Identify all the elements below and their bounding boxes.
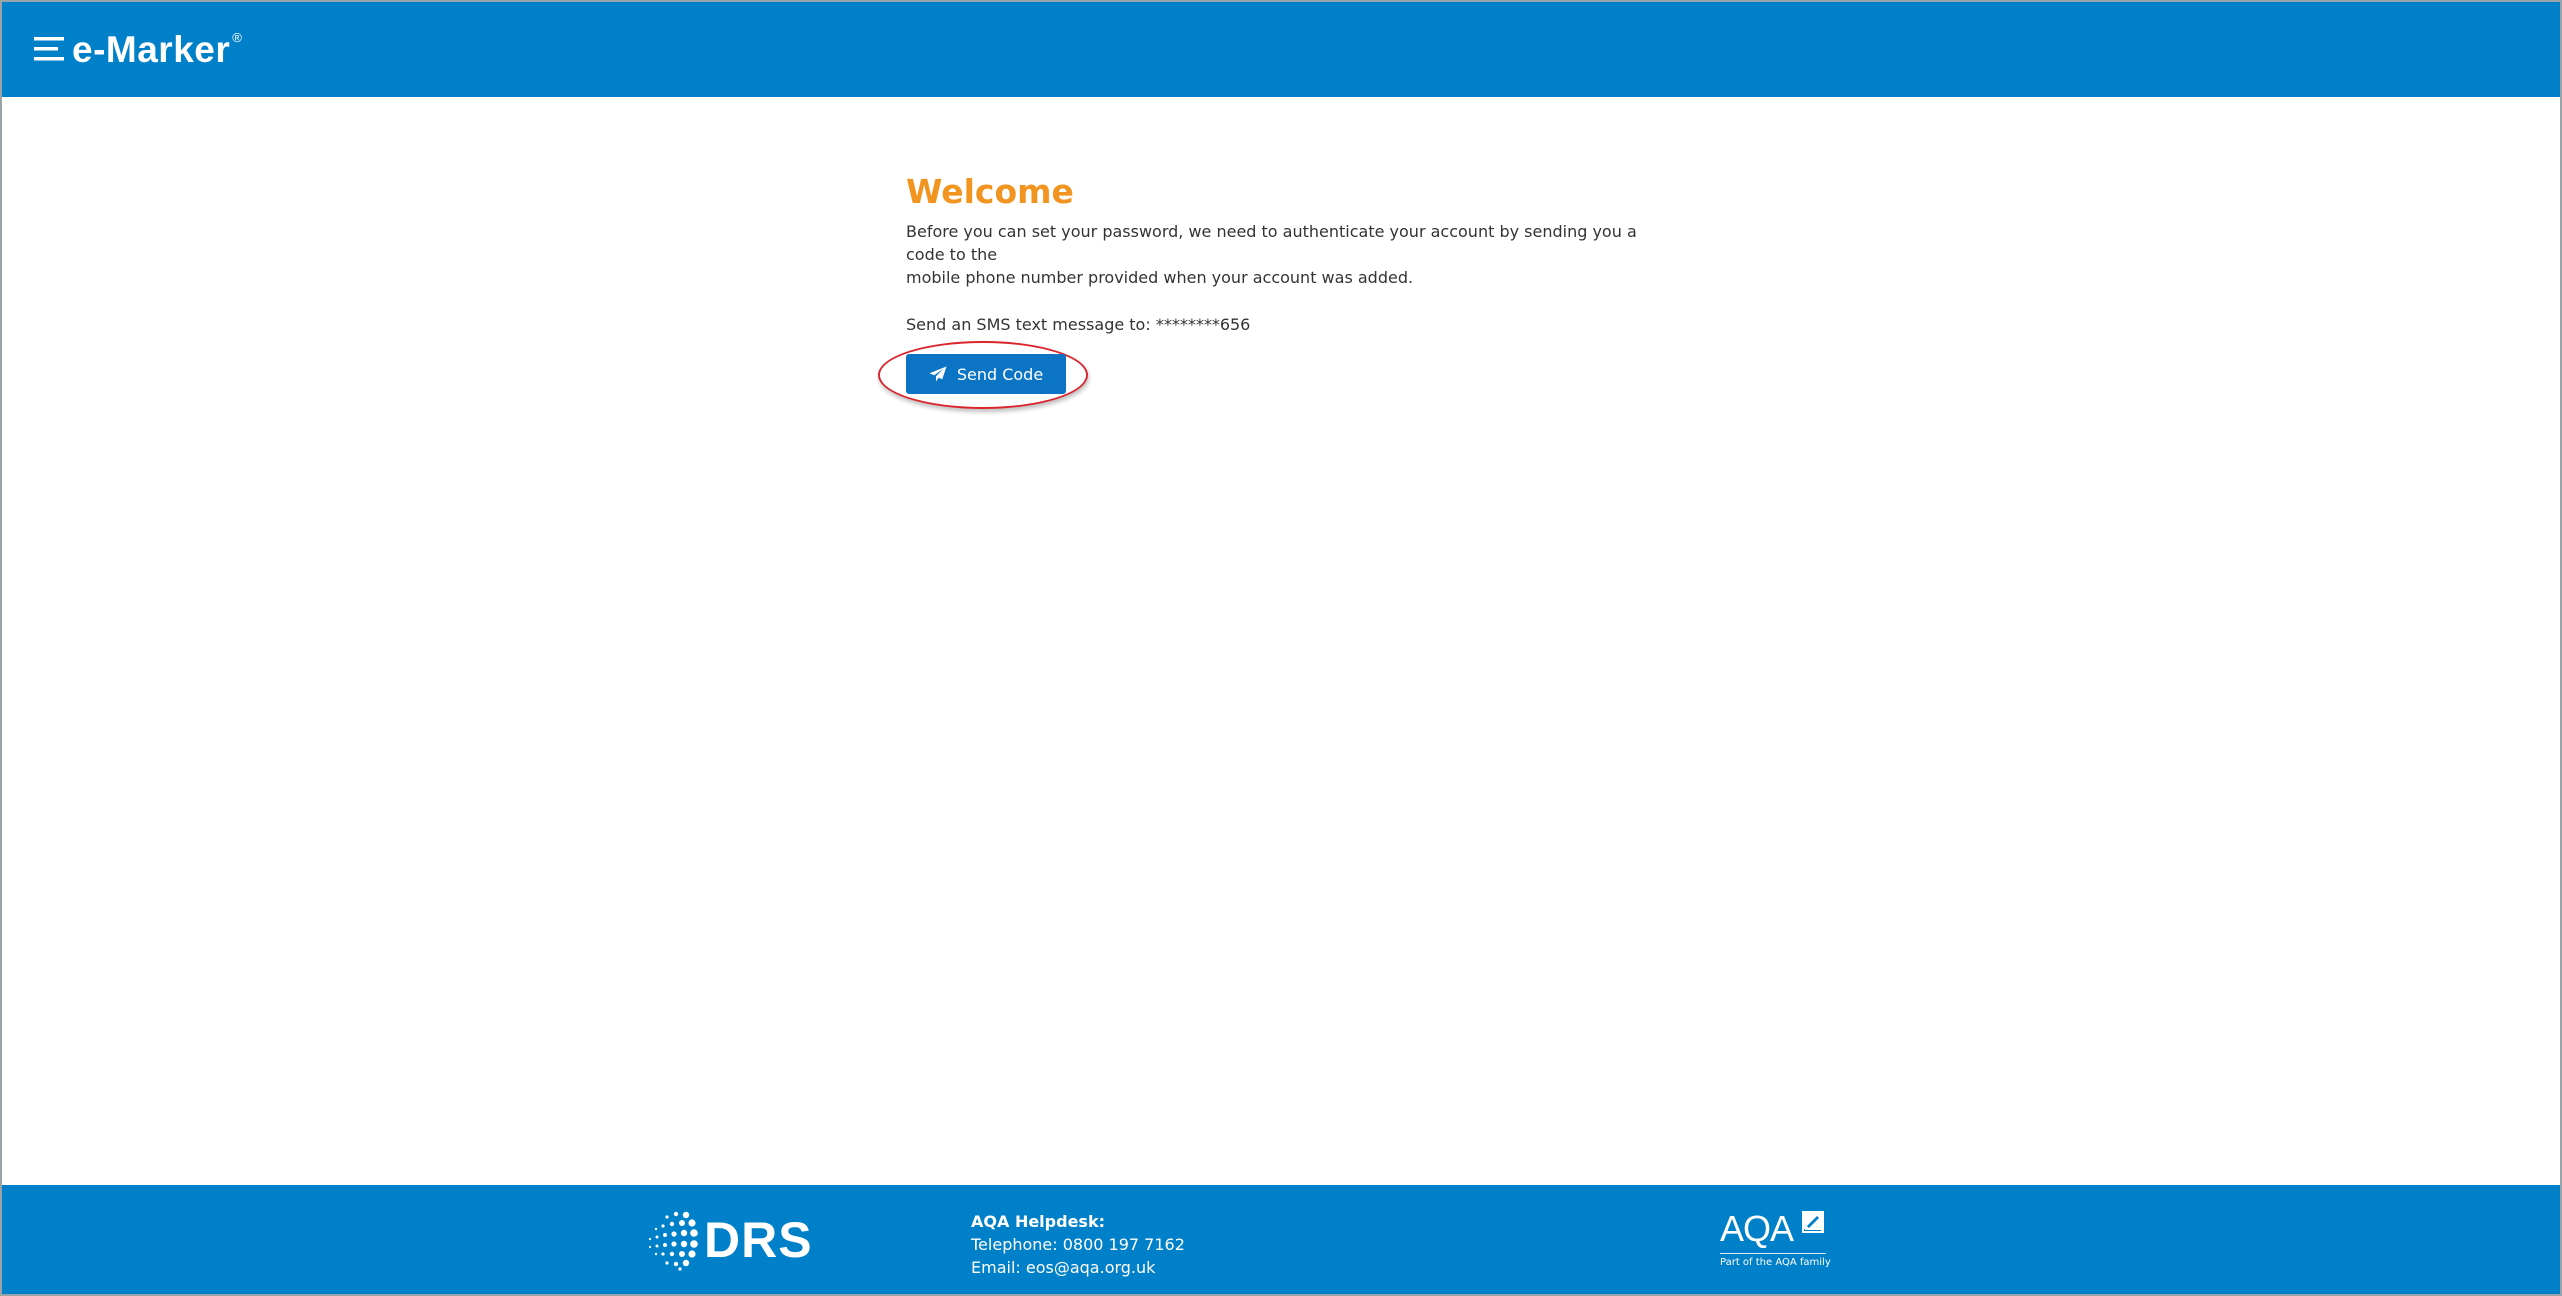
app-header: e-Marker ® <box>2 2 2560 97</box>
helpdesk-telephone: Telephone: 0800 197 7162 <box>971 1235 1185 1254</box>
e-marker-logo[interactable]: e-Marker ® <box>34 26 242 72</box>
send-code-button[interactable]: Send Code <box>906 354 1066 394</box>
send-code-label: Send Code <box>956 364 1044 384</box>
drs-dots-icon <box>648 1211 698 1271</box>
page-title: Welcome <box>906 172 1074 211</box>
aqa-logo-text: AQA <box>1720 1208 1794 1249</box>
aqa-logo-divider <box>1720 1253 1826 1254</box>
app-footer: DRS AQA Helpdesk: Telephone: 0800 197 71… <box>2 1185 2560 1294</box>
drs-logo: DRS <box>646 1209 813 1271</box>
logo-text: e-Marker <box>72 28 231 70</box>
aqa-tagline: Part of the AQA family <box>1720 1257 1831 1268</box>
intro-line-2: mobile phone number provided when your a… <box>906 268 1414 287</box>
welcome-panel: Welcome Before you can set your password… <box>878 170 1666 409</box>
send-code-area: Send Code <box>878 341 1088 409</box>
intro-text: Before you can set your password, we nee… <box>906 220 1666 289</box>
helpdesk-info: AQA Helpdesk: Telephone: 0800 197 7162 E… <box>971 1210 1185 1279</box>
helpdesk-title: AQA Helpdesk: <box>971 1212 1105 1231</box>
drs-logo-text: DRS <box>704 1212 813 1268</box>
intro-line-1: Before you can set your password, we nee… <box>906 222 1637 264</box>
logo-lines-icon <box>34 37 64 61</box>
aqa-mark-icon <box>1802 1211 1824 1233</box>
sms-destination-text: Send an SMS text message to: ********656 <box>906 315 1251 334</box>
registered-mark: ® <box>232 29 242 45</box>
page: e-Marker ® Welcome Before you can set yo… <box>0 0 2562 1296</box>
paper-plane-icon <box>929 366 947 382</box>
helpdesk-email: Email: eos@aqa.org.uk <box>971 1258 1156 1277</box>
aqa-logo: AQA Part of the AQA family <box>1720 1208 1831 1273</box>
